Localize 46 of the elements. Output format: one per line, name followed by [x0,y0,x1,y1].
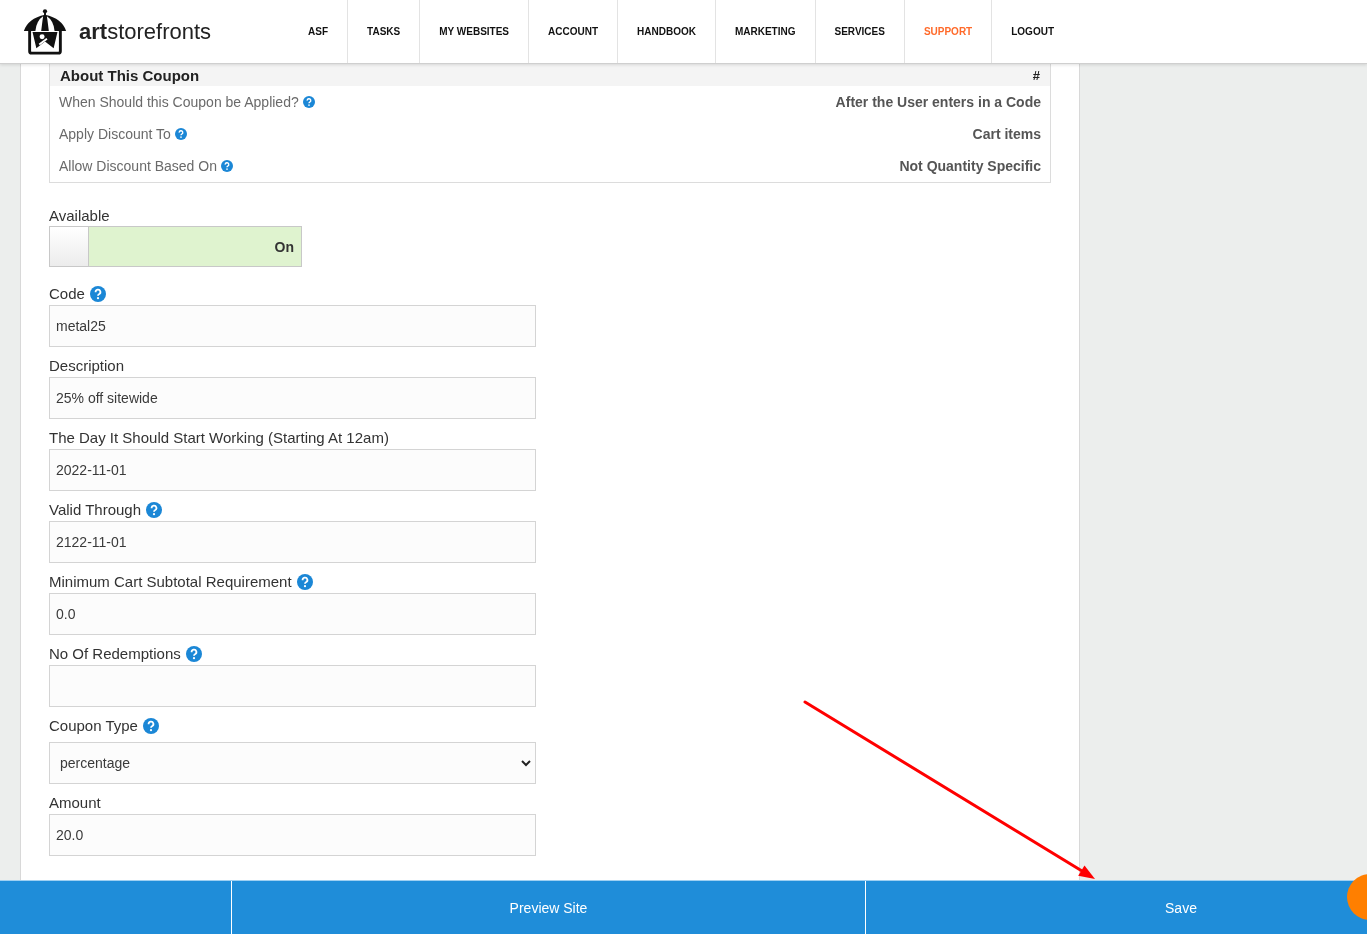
field-label: Amount [49,793,101,813]
chevron-down-icon [521,759,531,767]
help-icon[interactable] [142,718,159,734]
nav-link[interactable]: HANDBOOK [617,0,715,63]
dropdown-select[interactable]: percentage [49,742,536,784]
field-label: Description [49,356,125,376]
nav-link[interactable]: LOGOUT [991,0,1073,63]
help-icon[interactable] [302,96,315,108]
input-field[interactable]: metal25 [49,305,536,347]
nav-link[interactable]: MARKETING [714,0,815,63]
nav-link[interactable]: ACCOUNT [528,0,618,63]
input-field[interactable]: 0.0 [49,593,536,635]
input-field[interactable]: 2022-11-01 [49,449,536,491]
nav-link[interactable]: TASKS [347,0,420,63]
input-field[interactable] [49,665,536,707]
summary-value: Cart items [972,126,1041,142]
summary-value: After the User enters in a Code [835,94,1041,110]
input-field[interactable]: 20.0 [49,814,536,856]
floating-button[interactable] [1347,874,1367,920]
toggle-handle[interactable] [50,227,89,266]
input-field[interactable]: 2122-11-01 [49,521,536,563]
nav-link[interactable]: ASF [289,0,348,63]
summary-label: When Should this Coupon be Applied? [59,94,299,110]
brand-name[interactable]: artstorefronts [79,18,212,45]
field-label: Minimum Cart Subtotal Requirement [49,572,292,592]
help-icon[interactable] [185,646,202,662]
summary-value: Not Quantity Specific [899,158,1041,174]
summary-label: Apply Discount To [59,126,171,142]
nav-link[interactable]: MY WEBSITES [419,0,529,63]
help-icon[interactable] [220,160,233,172]
help-icon[interactable] [89,286,106,302]
availability-toggle[interactable]: On [49,226,302,267]
input-field[interactable]: 25% off sitewide [49,377,536,419]
field-label: Available [49,206,110,226]
field-label: The Day It Should Start Working (Starting At 12am) [49,428,389,448]
field-label: No Of Redemptions [49,644,181,664]
help-icon[interactable] [296,574,313,590]
field-label: Code [49,284,85,304]
table-title: About This Coupon [60,66,200,84]
summary-label: Allow Discount Based On [59,158,217,174]
help-icon[interactable] [174,128,187,140]
column-heading: # [1032,67,1040,83]
field-label: Coupon Type [49,716,138,736]
field-label: Valid Through [49,500,141,520]
nav-link[interactable]: SERVICES [814,0,904,63]
help-icon[interactable] [146,502,162,518]
